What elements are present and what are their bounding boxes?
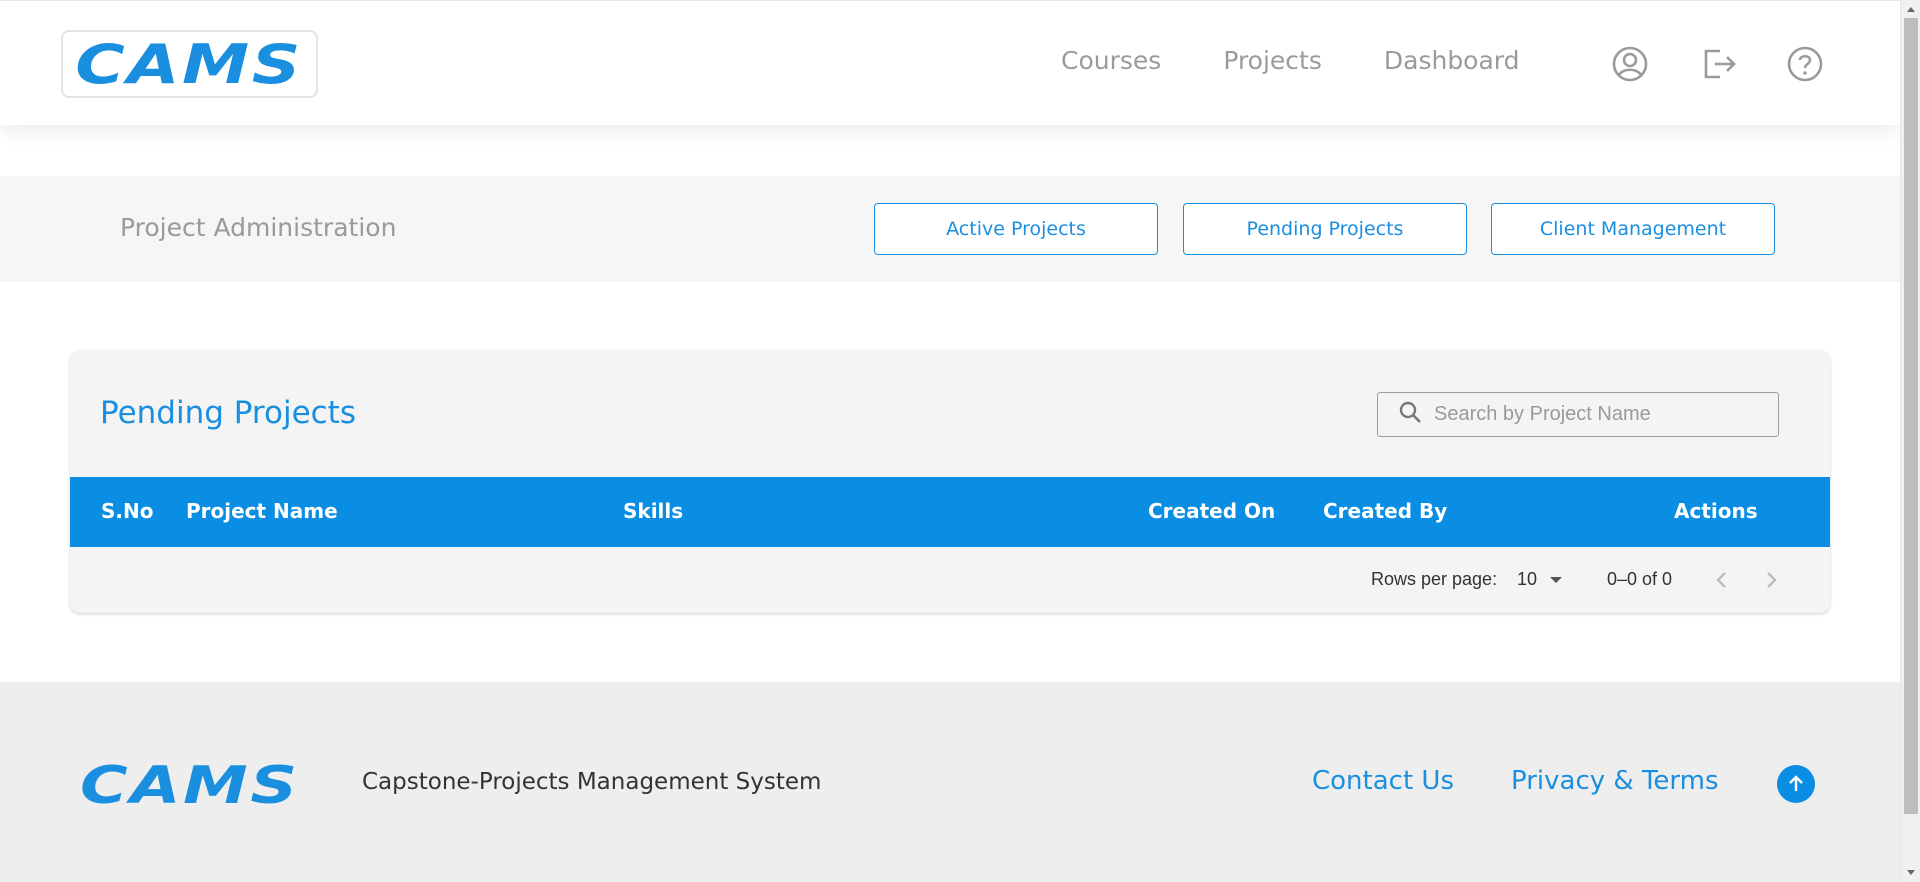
- cams-logo[interactable]: CAMS: [61, 30, 318, 98]
- admin-title: Project Administration: [120, 213, 397, 242]
- vertical-scrollbar[interactable]: [1900, 0, 1920, 882]
- contact-us-link[interactable]: Contact Us: [1312, 766, 1454, 796]
- caret-down-icon: [1550, 577, 1563, 584]
- logout-icon[interactable]: [1700, 45, 1738, 83]
- scroll-down-icon[interactable]: [1901, 864, 1920, 882]
- col-project-name[interactable]: Project Name: [186, 499, 338, 523]
- previous-page-icon[interactable]: [1711, 569, 1733, 591]
- footer-tagline: Capstone-Projects Management System: [362, 769, 822, 795]
- pagination-range: 0–0 of 0: [1607, 569, 1673, 589]
- table-header: S.No Project Name Skills Created On Crea…: [70, 477, 1830, 547]
- rows-per-page-value: 10: [1517, 569, 1538, 589]
- main-nav: Courses Projects Dashboard: [1061, 46, 1582, 75]
- client-management-button[interactable]: Client Management: [1491, 203, 1775, 255]
- rows-per-page-label: Rows per page:: [1371, 569, 1498, 589]
- col-sno[interactable]: S.No: [101, 499, 153, 523]
- account-circle-icon[interactable]: [1611, 45, 1649, 83]
- col-created-by[interactable]: Created By: [1323, 499, 1447, 523]
- arrow-up-icon: [1789, 775, 1803, 791]
- pending-projects-button[interactable]: Pending Projects: [1183, 203, 1467, 255]
- col-created-on[interactable]: Created On: [1148, 499, 1275, 523]
- nav-projects[interactable]: Projects: [1223, 46, 1322, 75]
- pending-projects-card: Pending Projects S.No Project Name Skill…: [70, 351, 1830, 613]
- scroll-to-top-button[interactable]: [1777, 765, 1815, 803]
- nav-courses[interactable]: Courses: [1061, 46, 1161, 75]
- footer-logo[interactable]: CAMS: [80, 756, 300, 816]
- nav-dashboard[interactable]: Dashboard: [1384, 46, 1520, 75]
- card-title: Pending Projects: [100, 395, 356, 431]
- help-icon[interactable]: [1786, 45, 1824, 83]
- top-navbar: CAMS Courses Projects Dashboard: [0, 0, 1900, 125]
- scroll-up-icon[interactable]: [1901, 0, 1920, 18]
- admin-toolbar: Project Administration Active Projects P…: [0, 176, 1900, 282]
- col-skills[interactable]: Skills: [623, 499, 683, 523]
- search-box: [1377, 392, 1779, 437]
- next-page-icon[interactable]: [1760, 569, 1782, 591]
- col-actions[interactable]: Actions: [1674, 499, 1758, 523]
- footer: CAMS Capstone-Projects Management System…: [0, 682, 1900, 882]
- privacy-terms-link[interactable]: Privacy & Terms: [1511, 766, 1719, 796]
- rows-per-page-select[interactable]: 10: [1517, 569, 1564, 590]
- search-input[interactable]: [1434, 403, 1754, 426]
- search-icon: [1398, 400, 1422, 429]
- logo-text: CAMS: [75, 32, 304, 96]
- scrollbar-thumb[interactable]: [1904, 18, 1918, 814]
- active-projects-button[interactable]: Active Projects: [874, 203, 1158, 255]
